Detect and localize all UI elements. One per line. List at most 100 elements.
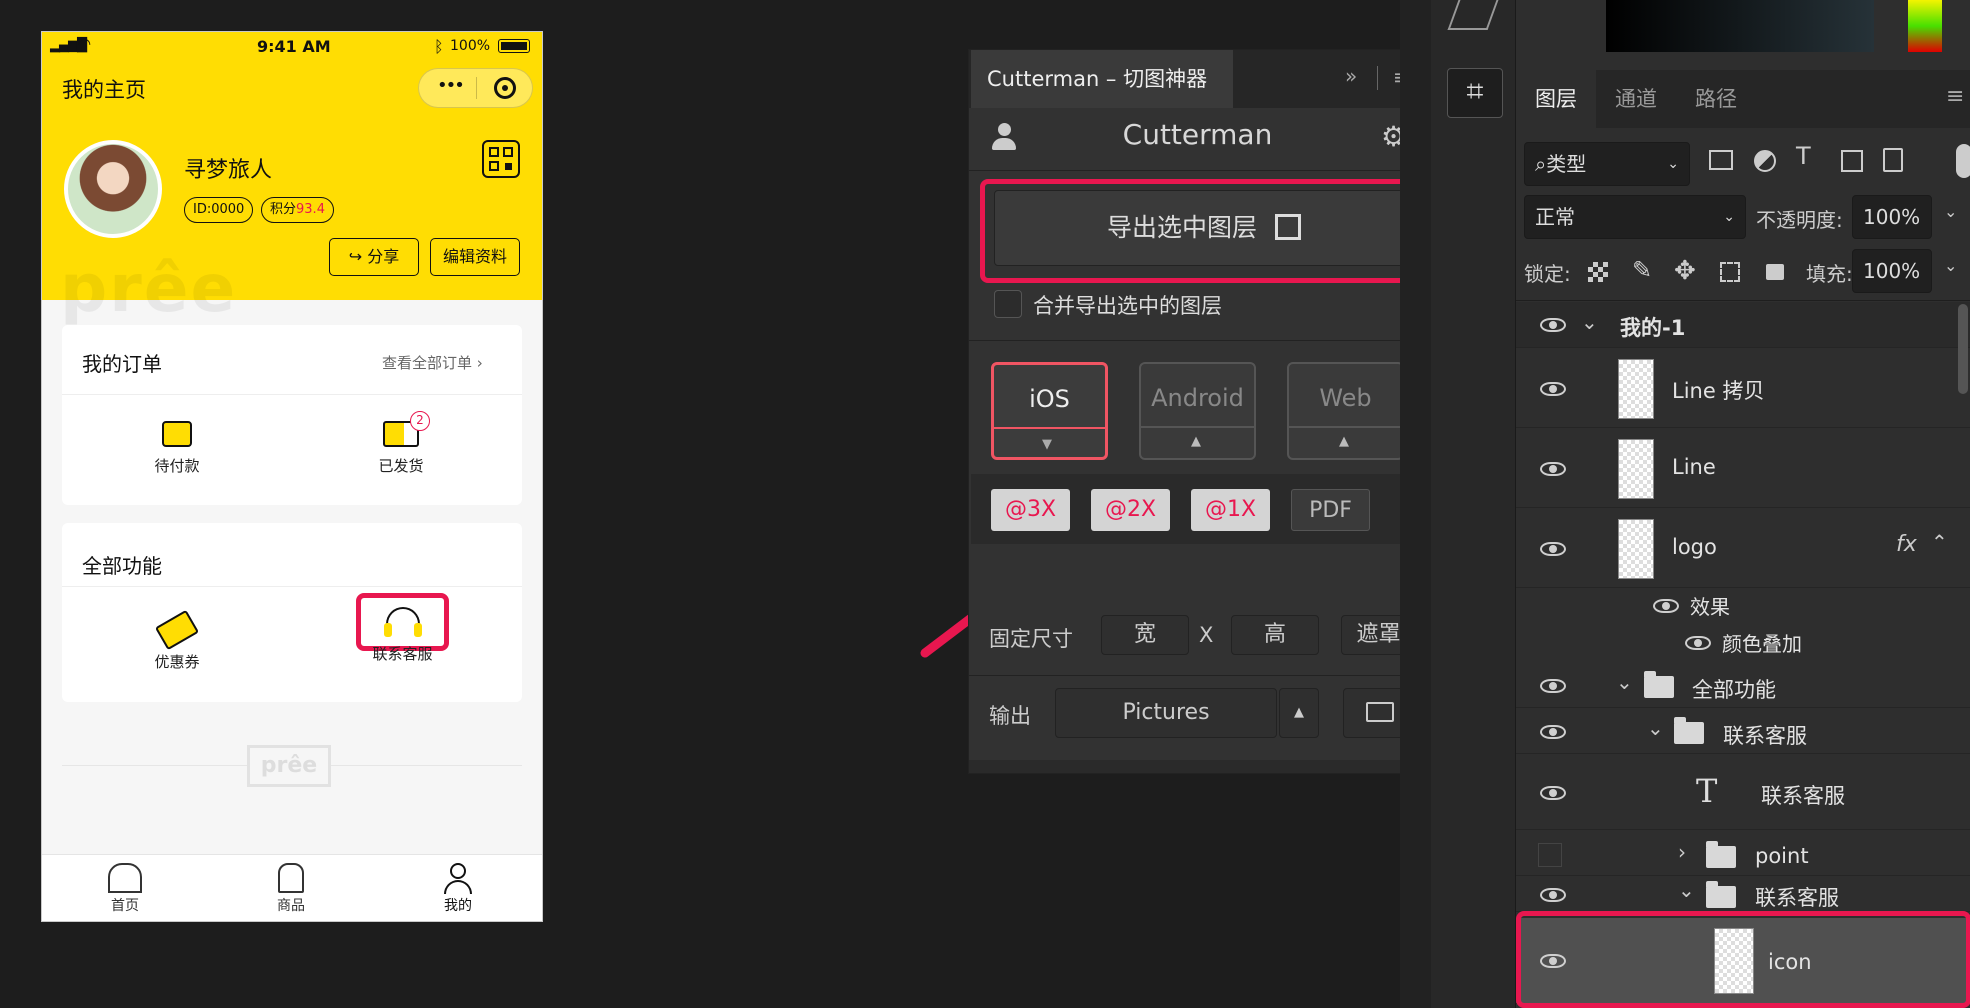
layer-row[interactable]: Line 拷贝 bbox=[1516, 350, 1970, 428]
filter-type-icon[interactable]: T bbox=[1796, 142, 1811, 170]
chevron-right-icon[interactable]: › bbox=[1678, 840, 1686, 864]
visibility-empty-box[interactable] bbox=[1538, 843, 1562, 867]
section-divider bbox=[969, 675, 1426, 676]
filter-adjustment-icon[interactable] bbox=[1754, 150, 1776, 172]
orders-title: 我的订单 bbox=[82, 352, 162, 376]
coupon-item[interactable]: 优惠券 bbox=[132, 609, 222, 672]
lock-all-icon[interactable] bbox=[1766, 264, 1784, 280]
edit-profile-button[interactable]: 编辑资料 bbox=[430, 238, 520, 276]
phone-preview: ▂▄▆█ ◠ 9:41 AM ᛒ 100% 我的主页 ••• prêe 寻梦旅人… bbox=[41, 31, 543, 922]
collapse-icon[interactable]: » bbox=[1345, 64, 1357, 88]
visibility-eye-icon[interactable] bbox=[1540, 888, 1566, 902]
section-divider bbox=[969, 170, 1426, 171]
output-dropdown-button[interactable]: ▲ bbox=[1279, 688, 1319, 738]
layer-name: 联系客服 bbox=[1723, 724, 1807, 748]
visibility-eye-icon[interactable] bbox=[1653, 599, 1679, 613]
filter-pixel-icon[interactable] bbox=[1709, 150, 1733, 170]
layer-row[interactable]: ⌄ 联系客服 bbox=[1516, 710, 1970, 754]
hue-slider[interactable] bbox=[1908, 0, 1942, 52]
customer-service-item[interactable]: 联系客服 bbox=[356, 607, 449, 664]
more-icon[interactable]: ••• bbox=[437, 75, 465, 96]
layer-row[interactable]: T 联系客服 bbox=[1516, 756, 1970, 830]
lock-artboard-icon[interactable] bbox=[1720, 262, 1740, 282]
filter-toggle-icon[interactable] bbox=[1956, 144, 1970, 178]
tab-paths[interactable]: 路径 bbox=[1676, 70, 1756, 128]
visibility-eye-icon[interactable] bbox=[1540, 382, 1566, 396]
battery-text: 100% bbox=[450, 38, 491, 54]
chevron-down-icon[interactable]: ⌄ bbox=[1647, 716, 1664, 740]
tab-mine[interactable]: 我的 bbox=[413, 863, 503, 915]
tab-label: 商品 bbox=[277, 898, 305, 914]
close-target-icon[interactable] bbox=[494, 77, 516, 99]
visibility-eye-icon[interactable] bbox=[1540, 318, 1566, 332]
output-folder-field[interactable]: Pictures bbox=[1055, 688, 1277, 738]
tab-cutterman[interactable]: Cutterman – 切图神器 bbox=[971, 50, 1233, 108]
scale-1x[interactable]: @1X bbox=[1191, 489, 1270, 531]
chevron-down-icon[interactable]: ⌄ bbox=[1616, 670, 1633, 694]
crop-tool-icon[interactable]: ⌗ bbox=[1447, 68, 1503, 118]
tab-channels[interactable]: 通道 bbox=[1596, 70, 1676, 128]
scale-2x[interactable]: @2X bbox=[1091, 489, 1170, 531]
layers-scrollbar[interactable] bbox=[1958, 304, 1968, 394]
blend-mode-select[interactable]: 正常 ⌄ bbox=[1524, 195, 1746, 239]
chevron-down-icon[interactable]: ⌄ bbox=[1944, 256, 1957, 275]
filter-shape-icon[interactable] bbox=[1841, 150, 1863, 172]
merge-checkbox[interactable] bbox=[994, 290, 1022, 318]
fill-input[interactable]: 100% bbox=[1852, 249, 1932, 293]
platform-android[interactable]: Android ▲ bbox=[1139, 362, 1256, 460]
layer-row[interactable]: ⌄ 全部功能 bbox=[1516, 664, 1970, 708]
layer-row[interactable]: ⌄ 联系客服 bbox=[1516, 878, 1970, 912]
lock-move-icon[interactable]: ✥ bbox=[1674, 256, 1696, 286]
platform-divider bbox=[994, 427, 1105, 429]
fixed-width-input[interactable]: 宽 bbox=[1101, 615, 1189, 655]
visibility-eye-icon[interactable] bbox=[1685, 636, 1711, 650]
tab-home[interactable]: 首页 bbox=[80, 863, 170, 915]
fixed-height-input[interactable]: 高 bbox=[1231, 615, 1319, 655]
filter-kind-select[interactable]: ⌕类型 ⌄ bbox=[1524, 142, 1690, 186]
lock-paint-icon[interactable]: ✎ bbox=[1632, 256, 1652, 284]
view-all-orders-link[interactable]: 查看全部订单 › bbox=[382, 352, 483, 373]
resize-grip[interactable] bbox=[969, 760, 1426, 773]
platform-ios[interactable]: iOS ▼ bbox=[991, 362, 1108, 460]
share-button[interactable]: ↪ 分享 bbox=[329, 238, 419, 276]
export-selected-layers-button[interactable]: 导出选中图层 bbox=[994, 190, 1414, 266]
capsule-divider bbox=[476, 77, 477, 99]
capsule-menu[interactable]: ••• bbox=[418, 68, 533, 108]
tab-layers[interactable]: 图层 bbox=[1516, 70, 1596, 128]
qrcode-icon[interactable] bbox=[482, 140, 520, 178]
layers-panel: 图层 通道 路径 ≡ ⌕类型 ⌄ T 正常 ⌄ 不透明度: 100% ⌄ 锁定: ✎… bbox=[1515, 0, 1970, 1008]
scale-pdf[interactable]: PDF bbox=[1291, 489, 1370, 531]
path-tool-icon[interactable] bbox=[1447, 0, 1499, 30]
visibility-eye-icon[interactable] bbox=[1540, 462, 1566, 476]
chevron-down-icon[interactable]: ⌄ bbox=[1944, 202, 1957, 221]
layer-row[interactable]: ⌄ 我的-1 bbox=[1516, 302, 1970, 348]
filter-kind-label: 类型 bbox=[1546, 152, 1587, 176]
layer-thumbnail bbox=[1618, 519, 1654, 579]
scale-3x[interactable]: @3X bbox=[991, 489, 1070, 531]
visibility-eye-icon[interactable] bbox=[1540, 679, 1566, 693]
visibility-eye-icon[interactable] bbox=[1540, 725, 1566, 739]
layer-row[interactable]: logo fx ⌃ bbox=[1516, 510, 1970, 588]
fixed-size-label: 固定尺寸 bbox=[989, 627, 1073, 651]
panel-menu-icon[interactable]: ≡ bbox=[1946, 84, 1964, 109]
avatar[interactable] bbox=[64, 140, 162, 238]
filter-smartobject-icon[interactable] bbox=[1883, 148, 1903, 172]
points-label: 积分 bbox=[270, 202, 297, 217]
fx-icon[interactable]: fx bbox=[1896, 532, 1917, 557]
chevron-up-icon[interactable]: ⌃ bbox=[1931, 530, 1948, 554]
opacity-input[interactable]: 100% bbox=[1852, 195, 1932, 239]
order-pending-payment[interactable]: 待付款 bbox=[132, 421, 222, 476]
layer-row[interactable]: › point bbox=[1516, 832, 1970, 876]
visibility-eye-icon[interactable] bbox=[1540, 542, 1566, 556]
color-picker-field[interactable] bbox=[1606, 0, 1874, 52]
visibility-eye-icon[interactable] bbox=[1540, 786, 1566, 800]
chevron-down-icon[interactable]: ⌄ bbox=[1581, 310, 1598, 334]
tab-products[interactable]: 商品 bbox=[246, 863, 336, 915]
order-shipped[interactable]: 已发货 2 bbox=[356, 411, 446, 476]
chevron-down-icon[interactable]: ⌄ bbox=[1678, 878, 1695, 902]
platform-divider bbox=[1289, 426, 1402, 428]
lock-transparent-icon[interactable] bbox=[1588, 262, 1608, 282]
section-divider bbox=[1516, 300, 1970, 301]
layer-row[interactable]: Line bbox=[1516, 430, 1970, 508]
platform-web[interactable]: Web ▲ bbox=[1287, 362, 1404, 460]
